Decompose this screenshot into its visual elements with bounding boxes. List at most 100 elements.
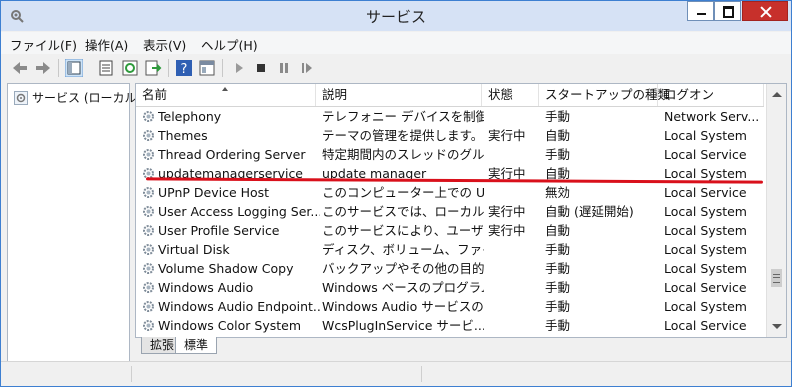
- service-startup-type: 手動: [545, 147, 571, 162]
- table-row[interactable]: Windows Audio Windows ベースのプログラム... 手動 Lo…: [136, 278, 764, 297]
- close-button[interactable]: [742, 1, 788, 21]
- back-arrow-icon[interactable]: [11, 59, 29, 77]
- column-header-description[interactable]: 説明: [316, 84, 482, 106]
- service-description: WcsPlugInService サービ...: [322, 318, 484, 333]
- scroll-down-arrow-icon[interactable]: [772, 324, 782, 329]
- tree-item-label: サービス (ローカル): [32, 91, 142, 105]
- service-description: このサービスでは、ローカル サ...: [322, 204, 484, 219]
- service-logon: Local System: [664, 128, 747, 143]
- forward-arrow-icon[interactable]: [34, 59, 52, 77]
- service-description: バックアップやその他の目的で...: [322, 261, 484, 276]
- table-row[interactable]: Volume Shadow Copy バックアップやその他の目的で... 手動 …: [136, 259, 764, 278]
- service-startup-type: 手動: [545, 318, 571, 333]
- view-tabs: 拡張 標準: [135, 337, 435, 355]
- table-row[interactable]: Windows Audio Endpoint... Windows Audio …: [136, 297, 764, 316]
- service-startup-type: 自動 (遅延開始): [545, 204, 634, 219]
- service-state: [488, 240, 540, 259]
- service-startup-type: 自動: [545, 128, 571, 143]
- service-gear-icon: [143, 301, 154, 312]
- service-startup-type: 手動: [545, 261, 571, 276]
- service-name: Thread Ordering Server: [158, 147, 306, 162]
- toolbar-separator: [222, 59, 223, 77]
- table-row[interactable]: Thread Ordering Server 特定期間内のスレッドのグルー...…: [136, 145, 764, 164]
- console-tree: サービス (ローカル): [7, 83, 141, 363]
- service-logon: Network Serv...: [664, 109, 760, 124]
- scroll-up-arrow-icon[interactable]: [772, 92, 782, 97]
- service-state: [488, 259, 540, 278]
- menu-action[interactable]: 操作(A): [85, 35, 128, 54]
- service-logon: Local System: [664, 261, 747, 276]
- refresh-icon[interactable]: [121, 59, 139, 77]
- table-row[interactable]: User Access Logging Ser... このサービスでは、ローカル…: [136, 202, 764, 221]
- service-name: Windows Audio Endpoint...: [158, 299, 320, 314]
- vertical-scrollbar[interactable]: [766, 84, 786, 337]
- column-header-name-label: 名前: [142, 87, 168, 102]
- menu-file[interactable]: ファイル(F): [10, 35, 77, 54]
- service-logon: Local System: [664, 242, 747, 257]
- properties-icon[interactable]: [97, 59, 115, 77]
- service-gear-icon: [143, 263, 154, 274]
- service-state: [488, 278, 540, 297]
- service-name: Themes: [158, 128, 208, 143]
- service-state: [488, 145, 540, 164]
- service-gear-icon: [143, 225, 154, 236]
- table-row[interactable]: User Profile Service このサービスにより、ユーザー プ...…: [136, 221, 764, 240]
- service-gear-icon: [143, 206, 154, 217]
- column-header-name[interactable]: 名前: [136, 84, 316, 106]
- column-header-startup-type[interactable]: スタートアップの種類: [539, 84, 670, 106]
- service-name: Windows Audio: [158, 280, 254, 295]
- service-gear-icon: [143, 282, 154, 293]
- export-list-icon[interactable]: [144, 59, 162, 77]
- sort-ascending-icon: [222, 87, 228, 91]
- service-state: [488, 183, 540, 202]
- service-gear-icon: [143, 320, 154, 331]
- service-logon: Local System: [664, 223, 747, 238]
- service-startup-type: 自動: [545, 223, 571, 238]
- pause-icon[interactable]: [275, 59, 293, 77]
- services-window: サービス ファイル(F) 操作(A) 表示(V) ヘルプ(H) ? サービス (…: [0, 0, 792, 387]
- service-name: User Access Logging Ser...: [158, 204, 320, 219]
- table-row[interactable]: Windows Color System WcsPlugInService サー…: [136, 316, 764, 335]
- panel-icon[interactable]: [198, 59, 216, 77]
- service-name: UPnP Device Host: [158, 185, 270, 200]
- grip-icon: [773, 274, 780, 283]
- service-name: Volume Shadow Copy: [158, 261, 294, 276]
- minimize-button[interactable]: [687, 1, 714, 21]
- title-bar[interactable]: サービス: [1, 1, 791, 31]
- menu-view[interactable]: 表示(V): [143, 35, 186, 54]
- scrollbar-thumb[interactable]: [771, 269, 782, 287]
- window-title: サービス: [365, 8, 426, 26]
- service-gear-icon: [143, 130, 154, 141]
- service-description: このコンピューター上での UPn...: [322, 185, 484, 200]
- console-tree-icon[interactable]: [65, 59, 83, 77]
- tab-standard[interactable]: 標準: [175, 337, 218, 354]
- services-list: 名前 説明 状態 スタートアップの種類 ログオン Telephony テレフォニ…: [135, 83, 787, 338]
- service-state: [488, 297, 540, 316]
- stop-icon[interactable]: [252, 59, 270, 77]
- table-row[interactable]: Virtual Disk ディスク、ボリューム、ファイル ... 手動 Loca…: [136, 240, 764, 259]
- service-state: [488, 107, 540, 126]
- service-logon: Local Service: [664, 147, 747, 162]
- toolbar: ?: [1, 54, 791, 82]
- status-divider: [131, 366, 132, 382]
- service-logon: Local System: [664, 204, 747, 219]
- service-description: このサービスにより、ユーザー プ...: [322, 223, 484, 238]
- help-icon[interactable]: ?: [175, 59, 193, 77]
- menu-help[interactable]: ヘルプ(H): [201, 35, 258, 54]
- service-description: 特定期間内のスレッドのグルー...: [322, 147, 484, 162]
- table-row[interactable]: Themes テーマの管理を提供します。 実行中 自動 Local System: [136, 126, 764, 145]
- list-header: 名前 説明 状態 スタートアップの種類 ログオン: [136, 84, 764, 107]
- service-description: ディスク、ボリューム、ファイル ...: [322, 242, 484, 257]
- table-row[interactable]: UPnP Device Host このコンピューター上での UPn... 無効 …: [136, 183, 764, 202]
- service-logon: Local System: [664, 299, 747, 314]
- column-header-logon[interactable]: ログオン: [658, 84, 764, 106]
- maximize-button[interactable]: [714, 1, 741, 21]
- service-startup-type: 手動: [545, 109, 571, 124]
- play-icon[interactable]: [230, 59, 248, 77]
- service-gear-icon: [143, 244, 154, 255]
- table-row[interactable]: Telephony テレフォニー デバイスを制御す... 手動 Network …: [136, 107, 764, 126]
- column-header-state[interactable]: 状態: [482, 84, 539, 106]
- services-rows: Telephony テレフォニー デバイスを制御す... 手動 Network …: [136, 107, 764, 335]
- service-logon: Local Service: [664, 185, 747, 200]
- restart-icon[interactable]: [298, 59, 316, 77]
